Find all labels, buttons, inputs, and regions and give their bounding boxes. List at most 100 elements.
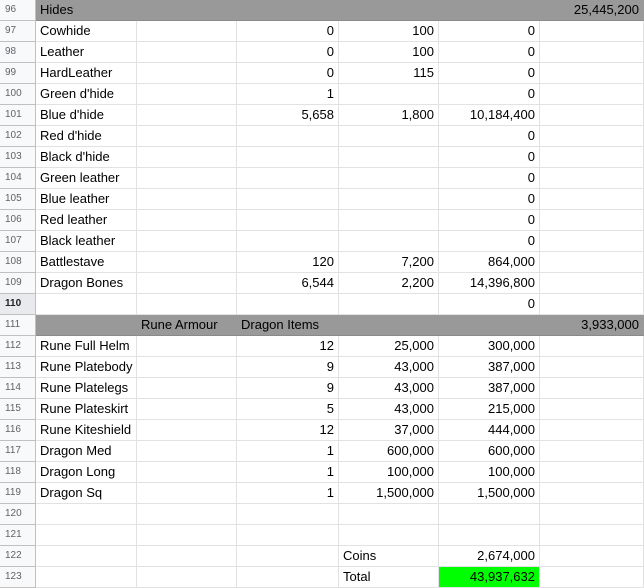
cell[interactable]	[439, 504, 540, 525]
cell[interactable]: Black d'hide	[36, 147, 137, 168]
row-header[interactable]: 104	[0, 168, 36, 189]
cell[interactable]	[540, 210, 644, 231]
cell[interactable]	[137, 84, 237, 105]
row-header[interactable]: 114	[0, 378, 36, 399]
row-header[interactable]: 103	[0, 147, 36, 168]
cell[interactable]: 7,200	[339, 252, 439, 273]
row-header[interactable]: 101	[0, 105, 36, 126]
cell[interactable]: 100	[339, 21, 439, 42]
row-header[interactable]: 121	[0, 525, 36, 546]
cell[interactable]	[339, 294, 439, 315]
cell[interactable]	[339, 84, 439, 105]
cell[interactable]: 2,200	[339, 273, 439, 294]
cell[interactable]	[439, 0, 540, 21]
row-header[interactable]: 109	[0, 273, 36, 294]
row-header[interactable]: 118	[0, 462, 36, 483]
cell[interactable]	[137, 483, 237, 504]
cell[interactable]	[237, 210, 339, 231]
cell[interactable]	[137, 567, 237, 588]
cell[interactable]	[540, 357, 644, 378]
row-header[interactable]: 97	[0, 21, 36, 42]
cell[interactable]	[137, 126, 237, 147]
cell[interactable]	[137, 462, 237, 483]
cell[interactable]: 0	[439, 147, 540, 168]
cell[interactable]: 0	[439, 168, 540, 189]
cell[interactable]	[237, 147, 339, 168]
cell[interactable]	[339, 147, 439, 168]
cell[interactable]: Red leather	[36, 210, 137, 231]
cell[interactable]: 600,000	[439, 441, 540, 462]
cell[interactable]	[540, 441, 644, 462]
cell[interactable]: 37,000	[339, 420, 439, 441]
cell[interactable]: 0	[439, 210, 540, 231]
cell[interactable]	[439, 315, 540, 336]
cell[interactable]	[540, 336, 644, 357]
cell[interactable]	[540, 567, 644, 588]
cell[interactable]: Cowhide	[36, 21, 137, 42]
cell[interactable]: 444,000	[439, 420, 540, 441]
row-header[interactable]: 116	[0, 420, 36, 441]
cell[interactable]: 120	[237, 252, 339, 273]
cell[interactable]: HardLeather	[36, 63, 137, 84]
cell[interactable]: 1,800	[339, 105, 439, 126]
cell[interactable]: 9	[237, 357, 339, 378]
row-header[interactable]: 105	[0, 189, 36, 210]
cell[interactable]: Dragon Items	[237, 315, 339, 336]
cell[interactable]	[540, 147, 644, 168]
cell[interactable]	[540, 21, 644, 42]
cell[interactable]	[540, 84, 644, 105]
cell[interactable]	[540, 126, 644, 147]
cell[interactable]: 0	[439, 231, 540, 252]
cell[interactable]: 0	[237, 21, 339, 42]
cell[interactable]: 0	[439, 21, 540, 42]
cell[interactable]	[137, 378, 237, 399]
row-header[interactable]: 112	[0, 336, 36, 357]
cell[interactable]	[540, 105, 644, 126]
cell[interactable]	[137, 357, 237, 378]
cell[interactable]: 0	[439, 126, 540, 147]
cell[interactable]: Battlestave	[36, 252, 137, 273]
cell[interactable]: 0	[439, 63, 540, 84]
row-header[interactable]: 117	[0, 441, 36, 462]
cell[interactable]: 1	[237, 483, 339, 504]
cell[interactable]: 12	[237, 336, 339, 357]
cell[interactable]	[540, 378, 644, 399]
row-header[interactable]: 120	[0, 504, 36, 525]
cell[interactable]: 0	[439, 189, 540, 210]
cell[interactable]	[339, 315, 439, 336]
cell[interactable]: 1,500,000	[339, 483, 439, 504]
cell[interactable]: Rune Armour	[137, 315, 237, 336]
cell[interactable]: 0	[237, 63, 339, 84]
cell[interactable]	[237, 567, 339, 588]
cell[interactable]	[540, 399, 644, 420]
cell[interactable]: 215,000	[439, 399, 540, 420]
cell[interactable]	[137, 252, 237, 273]
row-header[interactable]: 100	[0, 84, 36, 105]
cell[interactable]	[339, 525, 439, 546]
cell[interactable]: 0	[237, 42, 339, 63]
cell[interactable]	[137, 441, 237, 462]
cell[interactable]	[36, 504, 137, 525]
cell[interactable]: Black leather	[36, 231, 137, 252]
cell[interactable]	[540, 231, 644, 252]
cell[interactable]	[540, 273, 644, 294]
cell[interactable]	[339, 168, 439, 189]
cell[interactable]	[36, 567, 137, 588]
cell[interactable]	[237, 525, 339, 546]
row-header[interactable]: 102	[0, 126, 36, 147]
cell[interactable]: 387,000	[439, 378, 540, 399]
cell[interactable]: 1	[237, 84, 339, 105]
cell[interactable]	[137, 294, 237, 315]
cell[interactable]: Dragon Sq	[36, 483, 137, 504]
row-header[interactable]: 107	[0, 231, 36, 252]
cell[interactable]	[137, 63, 237, 84]
cell[interactable]: Leather	[36, 42, 137, 63]
cell[interactable]: 100,000	[339, 462, 439, 483]
cell[interactable]	[339, 0, 439, 21]
cell[interactable]: 600,000	[339, 441, 439, 462]
cell[interactable]	[36, 294, 137, 315]
cell[interactable]: 43,000	[339, 357, 439, 378]
cell[interactable]	[237, 168, 339, 189]
cell[interactable]	[540, 252, 644, 273]
row-header[interactable]: 115	[0, 399, 36, 420]
